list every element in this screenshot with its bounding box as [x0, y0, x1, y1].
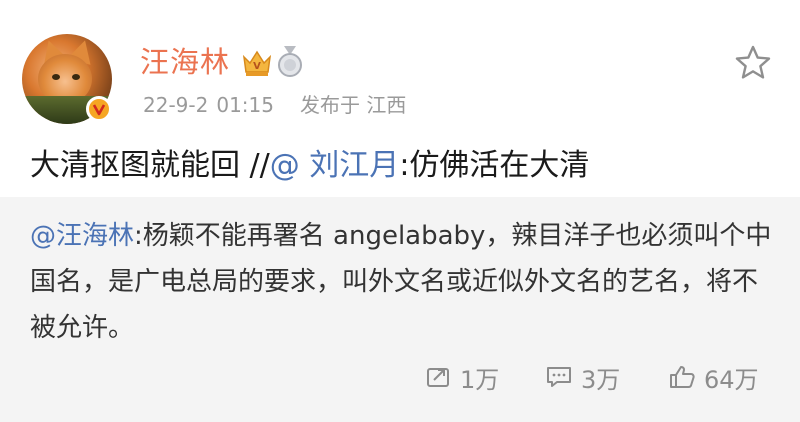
repost-text: @汪海林:杨颖不能再署名 angelababy，辣目洋子也必须叫个中国名，是广电…	[30, 213, 780, 351]
reposted-content[interactable]: @汪海林:杨颖不能再署名 angelababy，辣目洋子也必须叫个中国名，是广电…	[0, 197, 800, 422]
post-location: 发布于 江西	[299, 93, 407, 117]
post-text-tail: :仿佛活在大清	[399, 148, 590, 183]
weibo-post-card: 汪海林 V 22-9-2 01:15 发布于 江西 大清抠图就能回 //@ 刘江月:…	[0, 0, 800, 422]
star-favorite-icon[interactable]	[734, 44, 772, 82]
svg-text:V: V	[253, 61, 261, 72]
comment-button[interactable]: 3万	[545, 357, 620, 397]
like-count: 64万	[704, 365, 759, 394]
comment-count: 3万	[581, 365, 621, 394]
crown-badge-icon: V	[241, 48, 273, 78]
verified-badge-icon	[86, 96, 112, 122]
medal-badge-icon	[276, 46, 304, 78]
repost-body: :杨颖不能再署名 angelababy，辣目洋子也必须叫个中国名，是广电总局的要…	[30, 221, 772, 343]
forward-button[interactable]: 1万	[426, 357, 499, 397]
post-date: 22-9-2	[143, 93, 209, 117]
author-name[interactable]: 汪海林	[140, 44, 230, 80]
repost-author-link[interactable]: @汪海林	[30, 221, 134, 251]
like-icon	[670, 366, 695, 388]
avatar[interactable]	[22, 34, 112, 124]
forward-count: 1万	[460, 365, 500, 394]
post-text: 大清抠图就能回 //@ 刘江月:仿佛活在大清	[30, 146, 589, 186]
action-bar: 1万 3万 64万	[0, 357, 800, 397]
mention-link[interactable]: @ 刘江月	[270, 148, 400, 183]
like-button[interactable]: 64万	[668, 357, 759, 397]
post-meta: 22-9-2 01:15 发布于 江西	[143, 92, 406, 118]
comment-icon	[547, 367, 571, 387]
post-text-main: 大清抠图就能回 //	[30, 148, 270, 183]
post-time: 01:15	[216, 93, 274, 117]
forward-icon	[427, 368, 449, 387]
